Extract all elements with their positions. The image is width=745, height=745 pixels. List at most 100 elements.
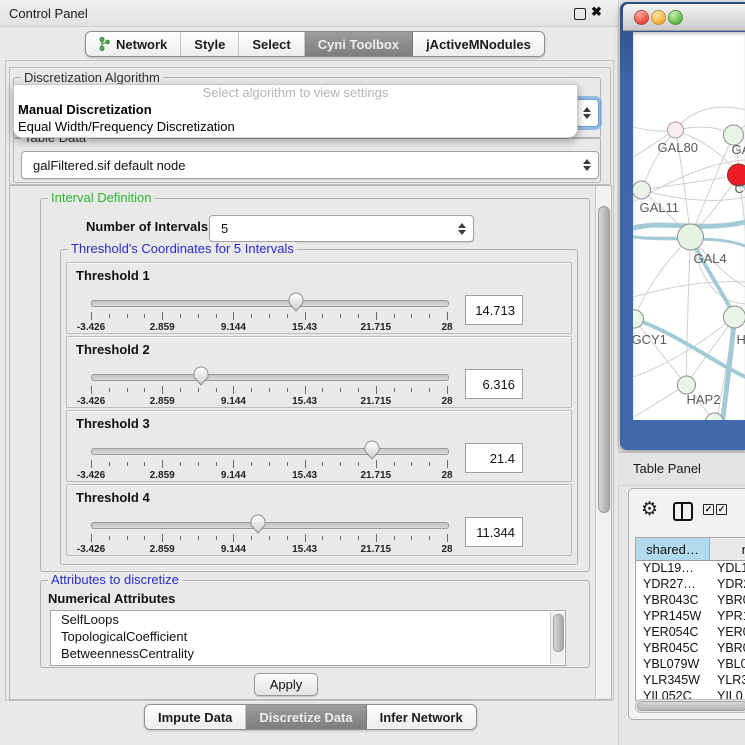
checkbox-icon[interactable]: ✓ — [703, 504, 714, 515]
threshold-slider[interactable]: -3.4262.8599.14415.4321.71528 — [91, 291, 447, 331]
threshold-slider[interactable]: -3.4262.8599.14415.4321.71528 — [91, 365, 447, 405]
tick-mark — [162, 534, 163, 542]
slider-handle[interactable] — [250, 514, 266, 534]
settings-scroll-area: Interval Definition Number of Intervals … — [9, 185, 612, 700]
tick-mark — [251, 314, 252, 318]
zoom-traffic-light-icon[interactable] — [668, 10, 683, 25]
tab-select[interactable]: Select — [239, 32, 304, 56]
split-column-icon[interactable] — [673, 502, 693, 521]
table-row[interactable]: YDL19…YDL1 — [636, 561, 745, 577]
network-edge[interactable] — [642, 190, 745, 201]
apply-button[interactable]: Apply — [254, 673, 318, 696]
threshold-value-input[interactable]: 14.713 — [465, 295, 523, 325]
network-node[interactable] — [724, 306, 745, 328]
list-item[interactable]: TopologicalCoefficient — [51, 628, 565, 645]
slider-track[interactable] — [91, 300, 449, 307]
tick-label: 2.859 — [150, 544, 175, 555]
dropdown-option-equal-width-frequency[interactable]: Equal Width/Frequency Discretization — [14, 118, 577, 135]
table-row[interactable]: YPR145WYPR1 — [636, 609, 745, 625]
tick-label: -3.426 — [77, 322, 105, 333]
tick-label: 28 — [441, 544, 452, 555]
table-row[interactable]: YER054CYER0 — [636, 625, 745, 641]
tab-label: Cyni Toolbox — [318, 37, 399, 52]
network-node[interactable] — [678, 224, 704, 250]
network-edge[interactable] — [687, 237, 691, 385]
network-edge-thick[interactable] — [691, 237, 735, 317]
cell-shared-name: YPR145W — [636, 609, 710, 625]
network-tab-icon — [99, 37, 110, 51]
network-node[interactable] — [633, 310, 644, 328]
network-node-label: GAL4 — [694, 251, 727, 266]
number-of-intervals-combobox[interactable]: 5 — [209, 215, 474, 242]
horizontal-scrollbar-thumb[interactable] — [637, 701, 745, 711]
list-scrollbar-thumb[interactable] — [553, 614, 564, 652]
gear-icon[interactable]: ⚙ — [641, 500, 658, 519]
vertical-scrollbar-thumb[interactable] — [598, 206, 610, 513]
table-row[interactable]: YLR345WYLR3 — [636, 673, 745, 689]
list-item[interactable]: BetweennessCentrality — [51, 645, 565, 662]
list-item[interactable]: SelfLoops — [51, 611, 565, 628]
tick-mark — [109, 388, 110, 392]
table-row[interactable]: YBR043CYBR0 — [636, 593, 745, 609]
slider-handle[interactable] — [364, 440, 380, 460]
network-edge[interactable] — [634, 282, 745, 297]
network-edge[interactable] — [642, 175, 739, 190]
slider-ticks — [91, 312, 447, 322]
tab-style[interactable]: Style — [181, 32, 239, 56]
tick-mark — [91, 386, 92, 394]
minimize-traffic-light-icon[interactable] — [651, 10, 666, 25]
threshold-panel: Threshold 2-3.4262.8599.14415.4321.71528… — [66, 336, 572, 408]
numerical-attributes-list: SelfLoopsTopologicalCoefficientBetweenne… — [50, 610, 566, 666]
vertical-scrollbar[interactable] — [595, 186, 611, 698]
slider-tick-labels: -3.4262.8599.14415.4321.71528 — [91, 396, 447, 408]
tick-mark — [305, 460, 306, 468]
slider-handle[interactable] — [193, 366, 209, 386]
slider-tick-labels: -3.4262.8599.14415.4321.71528 — [91, 470, 447, 482]
table-row[interactable]: YBR045CYBR0 — [636, 641, 745, 657]
network-node-label: HAP2 — [687, 392, 721, 407]
dropdown-option-manual-discretization[interactable]: Manual Discretization — [14, 101, 577, 118]
threshold-slider[interactable]: -3.4262.8599.14415.4321.71528 — [91, 439, 447, 479]
list-scrollbar[interactable] — [550, 612, 564, 664]
network-edge[interactable] — [634, 160, 745, 202]
network-node[interactable] — [633, 181, 651, 199]
tick-mark — [251, 388, 252, 392]
tab-cyni-toolbox[interactable]: Cyni Toolbox — [305, 32, 413, 56]
tab-discretize-data[interactable]: Discretize Data — [246, 705, 366, 729]
tick-mark — [358, 388, 359, 392]
tick-mark — [216, 314, 217, 318]
close-icon[interactable]: ✖ — [591, 4, 602, 20]
stepper-icon — [583, 107, 591, 119]
slider-track[interactable] — [91, 374, 449, 381]
cell-shared-name: YER054C — [636, 625, 710, 641]
network-edge[interactable] — [635, 237, 691, 319]
column-header-shared-name[interactable]: shared… — [636, 538, 710, 560]
threshold-value-input[interactable]: 6.316 — [465, 369, 523, 399]
threshold-value-input[interactable]: 21.4 — [465, 443, 523, 473]
network-window-titlebar — [623, 4, 745, 31]
close-traffic-light-icon[interactable] — [634, 10, 649, 25]
tab-jactivemnodules[interactable]: jActiveMNodules — [413, 32, 544, 56]
column-header-name[interactable]: name — [710, 538, 745, 560]
tick-mark — [376, 534, 377, 542]
network-edge-thick[interactable] — [635, 319, 745, 377]
horizontal-scrollbar[interactable] — [635, 699, 745, 713]
tab-impute-data[interactable]: Impute Data — [145, 705, 246, 729]
threshold-value-input[interactable]: 11.344 — [465, 517, 523, 547]
slider-track[interactable] — [91, 522, 449, 529]
checkbox-icon[interactable]: ✓ — [716, 504, 727, 515]
table-row[interactable]: YDR27…YDR2 — [636, 577, 745, 593]
network-canvas[interactable]: GAL80GACGAL11GAL4GCY1HHAP2 — [633, 32, 745, 420]
tab-infer-network[interactable]: Infer Network — [367, 705, 476, 729]
table-row[interactable]: YBL079WYBL0 — [636, 657, 745, 673]
node-table: shared… name YDL19…YDL1YDR27…YDR2YBR043C… — [635, 537, 745, 701]
table-data-combobox[interactable]: galFiltered.sif default node — [21, 151, 599, 179]
network-node[interactable] — [668, 122, 684, 138]
top-tab-bar: NetworkStyleSelect Cyni Toolbox jActiveMNo… — [85, 31, 545, 57]
tab-network[interactable]: Network — [86, 32, 181, 56]
float-window-icon[interactable] — [574, 8, 586, 20]
network-edge[interactable] — [642, 130, 676, 190]
slider-track[interactable] — [91, 448, 449, 455]
slider-handle[interactable] — [288, 292, 304, 312]
threshold-slider[interactable]: -3.4262.8599.14415.4321.71528 — [91, 513, 447, 553]
